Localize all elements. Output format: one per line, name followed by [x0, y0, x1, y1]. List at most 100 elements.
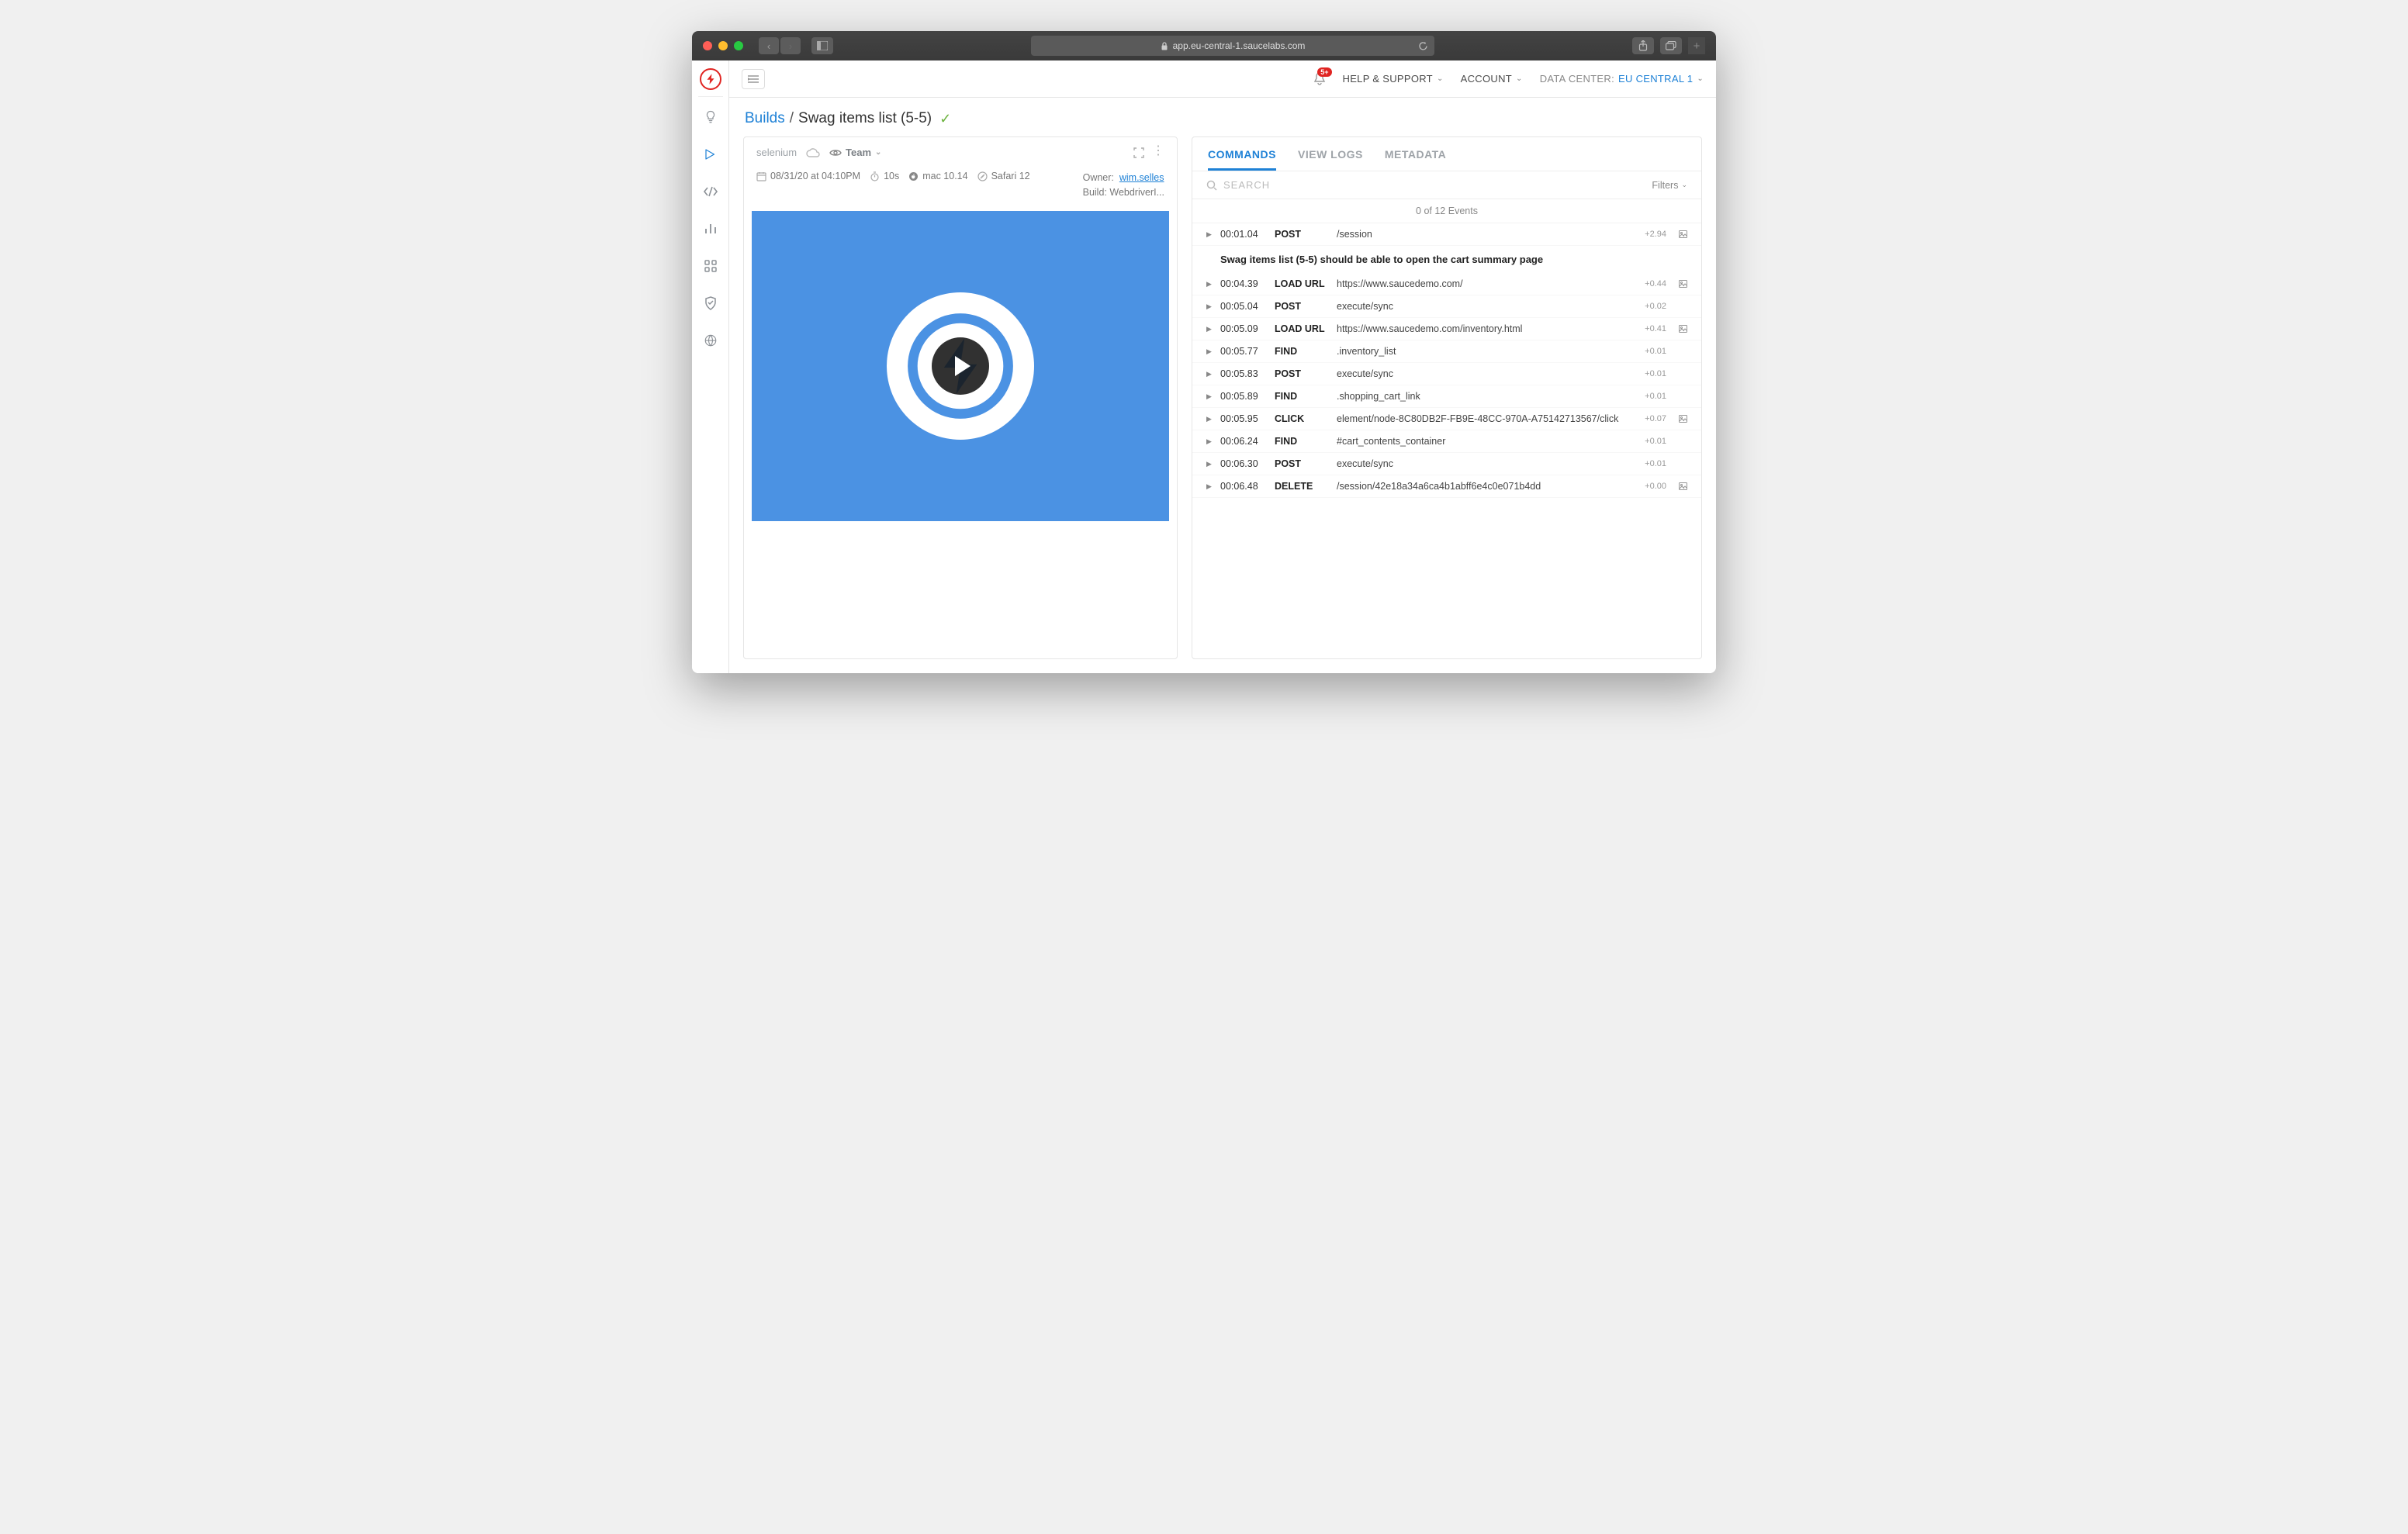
test-os: mac 10.14 [908, 171, 967, 181]
command-row[interactable]: ▶00:06.48DELETE/session/42e18a34a6ca4b1a… [1192, 475, 1701, 498]
owner-link[interactable]: wim.selles [1119, 172, 1164, 183]
lock-icon [1161, 42, 1168, 50]
command-row[interactable]: ▶00:05.89FIND.shopping_cart_link+0.01 [1192, 385, 1701, 408]
command-detail: element/node-8C80DB2F-FB9E-48CC-970A-A75… [1337, 413, 1637, 424]
command-verb: FIND [1275, 391, 1329, 402]
browser-forward-button[interactable]: › [780, 37, 801, 54]
tabs-icon[interactable] [1660, 37, 1682, 54]
nav-apps-icon[interactable] [692, 247, 729, 285]
expand-icon: ▶ [1206, 415, 1213, 423]
more-options-icon[interactable]: ⋮ [1152, 147, 1164, 158]
command-duration: +0.44 [1645, 279, 1666, 288]
command-verb: FIND [1275, 436, 1329, 447]
visibility-dropdown[interactable]: Team ⌄ [829, 147, 881, 158]
sidebar-collapse-button[interactable] [742, 69, 765, 89]
datacenter-menu[interactable]: DATA CENTER: EU CENTRAL 1 ⌄ [1540, 73, 1704, 85]
command-detail: .inventory_list [1337, 346, 1637, 357]
command-detail: /session/42e18a34a6ca4b1abff6e4c0e071b4d… [1337, 481, 1637, 492]
command-row[interactable]: ▶00:05.83POSTexecute/sync+0.01 [1192, 363, 1701, 385]
test-date: 08/31/20 at 04:10PM [756, 171, 860, 181]
stopwatch-icon [870, 171, 880, 181]
nav-security-icon[interactable] [692, 285, 729, 322]
command-timestamp: 00:06.30 [1220, 458, 1267, 469]
eye-icon [829, 148, 842, 157]
command-verb: CLICK [1275, 413, 1329, 424]
notifications-button[interactable]: 5+ [1313, 72, 1326, 86]
cloud-icon [806, 148, 820, 157]
command-timestamp: 00:05.95 [1220, 413, 1267, 424]
command-timestamp: 00:06.24 [1220, 436, 1267, 447]
expand-icon: ▶ [1206, 347, 1213, 356]
command-detail: https://www.saucedemo.com/ [1337, 278, 1637, 289]
screenshot-icon [1679, 415, 1687, 423]
breadcrumb: Builds / Swag items list (5-5) ✓ [729, 98, 1716, 136]
command-verb: DELETE [1275, 481, 1329, 492]
command-verb: LOAD URL [1275, 323, 1329, 334]
search-icon [1206, 180, 1217, 191]
expand-icon: ▶ [1206, 460, 1213, 468]
command-duration: +0.01 [1645, 347, 1666, 356]
play-button-icon[interactable] [932, 337, 989, 395]
command-verb: FIND [1275, 346, 1329, 357]
command-row[interactable]: ▶00:05.04POSTexecute/sync+0.02 [1192, 295, 1701, 318]
left-nav-rail [692, 60, 729, 673]
filters-dropdown[interactable]: Filters ⌄ [1652, 180, 1687, 191]
screenshot-icon [1679, 280, 1687, 288]
window-minimize-icon[interactable] [718, 41, 728, 50]
share-icon[interactable] [1632, 37, 1654, 54]
commands-list: ▶00:01.04POST/session+2.94Swag items lis… [1192, 223, 1701, 498]
nav-automated-icon[interactable] [692, 173, 729, 210]
command-row[interactable]: ▶00:05.77FIND.inventory_list+0.01 [1192, 340, 1701, 363]
tab-metadata[interactable]: METADATA [1385, 148, 1446, 171]
test-duration: 10s [870, 171, 899, 181]
command-duration: +0.02 [1645, 302, 1666, 311]
new-tab-button[interactable]: + [1688, 37, 1705, 54]
help-support-menu[interactable]: HELP & SUPPORT ⌄ [1343, 73, 1444, 85]
build-name: WebdriverI... [1109, 187, 1164, 198]
command-duration: +0.01 [1645, 392, 1666, 401]
fullscreen-icon[interactable] [1133, 147, 1144, 158]
command-verb: POST [1275, 368, 1329, 379]
commands-panel: COMMANDS VIEW LOGS METADATA Filters ⌄ [1192, 136, 1702, 659]
reload-icon[interactable] [1418, 41, 1428, 51]
command-duration: +0.41 [1645, 324, 1666, 333]
browser-titlebar: ‹ › app.eu-central-1.saucelabs.com + [692, 31, 1716, 60]
command-row[interactable]: ▶00:01.04POST/session+2.94 [1192, 223, 1701, 246]
command-duration: +0.07 [1645, 414, 1666, 423]
events-count: 0 of 12 Events [1192, 199, 1701, 223]
nav-analytics-icon[interactable] [692, 210, 729, 247]
browser-url-bar[interactable]: app.eu-central-1.saucelabs.com [1031, 36, 1434, 56]
calendar-icon [756, 171, 766, 181]
command-timestamp: 00:04.39 [1220, 278, 1267, 289]
saucelabs-logo-icon[interactable] [700, 68, 721, 90]
window-maximize-icon[interactable] [734, 41, 743, 50]
test-browser: Safari 12 [977, 171, 1030, 181]
command-row[interactable]: ▶00:04.39LOAD URLhttps://www.saucedemo.c… [1192, 273, 1701, 295]
expand-icon: ▶ [1206, 370, 1213, 378]
nav-insights-icon[interactable] [692, 98, 729, 136]
command-row[interactable]: ▶00:05.09LOAD URLhttps://www.saucedemo.c… [1192, 318, 1701, 340]
expand-icon: ▶ [1206, 230, 1213, 239]
apple-icon [908, 171, 919, 181]
browser-back-button[interactable]: ‹ [759, 37, 779, 54]
command-duration: +2.94 [1645, 230, 1666, 239]
tab-view-logs[interactable]: VIEW LOGS [1298, 148, 1363, 171]
video-player[interactable] [752, 211, 1169, 521]
window-close-icon[interactable] [703, 41, 712, 50]
browser-sidebar-button[interactable] [811, 37, 833, 54]
command-row[interactable]: ▶00:06.24FIND#cart_contents_container+0.… [1192, 430, 1701, 453]
nav-live-icon[interactable] [692, 136, 729, 173]
tab-commands[interactable]: COMMANDS [1208, 148, 1276, 171]
expand-icon: ▶ [1206, 325, 1213, 333]
expand-icon: ▶ [1206, 482, 1213, 491]
command-timestamp: 00:05.89 [1220, 391, 1267, 402]
screenshot-icon [1679, 325, 1687, 333]
breadcrumb-root-link[interactable]: Builds [745, 110, 785, 127]
nav-tunnel-icon[interactable] [692, 322, 729, 359]
command-search-input[interactable] [1223, 179, 1652, 191]
command-detail: https://www.saucedemo.com/inventory.html [1337, 323, 1637, 334]
page-title: Swag items list (5-5) [798, 110, 932, 127]
account-menu[interactable]: ACCOUNT ⌄ [1461, 73, 1523, 85]
command-row[interactable]: ▶ 00:05.95 CLICK element/node-8C80DB2F-FB9E… [1192, 408, 1701, 430]
command-row[interactable]: ▶00:06.30POSTexecute/sync+0.01 [1192, 453, 1701, 475]
